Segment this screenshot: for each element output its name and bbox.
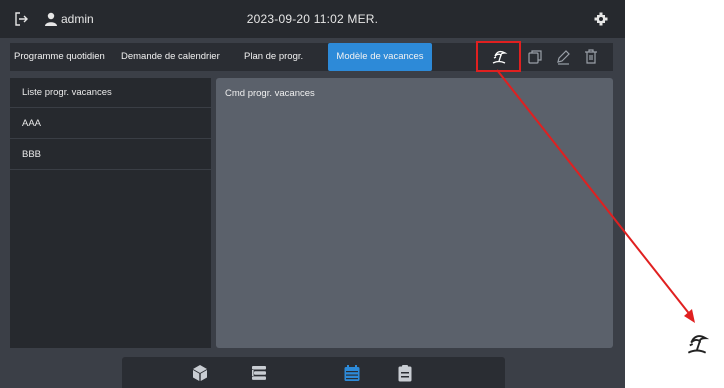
top-bar: admin 2023-09-20 11:02 MER.	[0, 0, 625, 38]
device-screen: admin 2023-09-20 11:02 MER. Programme qu…	[0, 0, 625, 388]
tab-demande-de-calendrier[interactable]: Demande de calendrier	[121, 43, 220, 71]
settings-icon[interactable]	[594, 12, 608, 26]
calendar-icon[interactable]	[343, 364, 361, 382]
vacation-command-header: Cmd progr. vacances	[225, 88, 315, 99]
list-item-bbb[interactable]: BBB	[10, 140, 211, 170]
list-icon[interactable]	[250, 364, 268, 382]
delete-icon[interactable]	[582, 48, 600, 66]
vacation-list-panel: Liste progr. vacances AAA BBB	[10, 78, 211, 348]
edit-icon[interactable]	[554, 48, 572, 66]
datetime: 2023-09-20 11:02 MER.	[246, 12, 379, 26]
cube-icon[interactable]	[191, 364, 209, 382]
bottom-nav	[122, 357, 505, 388]
highlight-box	[476, 41, 521, 72]
tab-bar: Programme quotidien Demande de calendrie…	[10, 43, 613, 71]
copy-icon[interactable]	[526, 48, 544, 66]
vacation-command-panel: Cmd progr. vacances	[216, 78, 613, 348]
vacation-list-header: Liste progr. vacances	[10, 78, 211, 108]
clipboard-icon[interactable]	[396, 364, 414, 382]
list-item-aaa[interactable]: AAA	[10, 109, 211, 139]
vacation-beach-icon-enlarged	[687, 335, 710, 354]
tab-modele-de-vacances[interactable]: Modèle de vacances	[328, 43, 432, 71]
tab-programme-quotidien[interactable]: Programme quotidien	[14, 43, 105, 71]
tab-plan-de-progr[interactable]: Plan de progr.	[244, 43, 303, 71]
